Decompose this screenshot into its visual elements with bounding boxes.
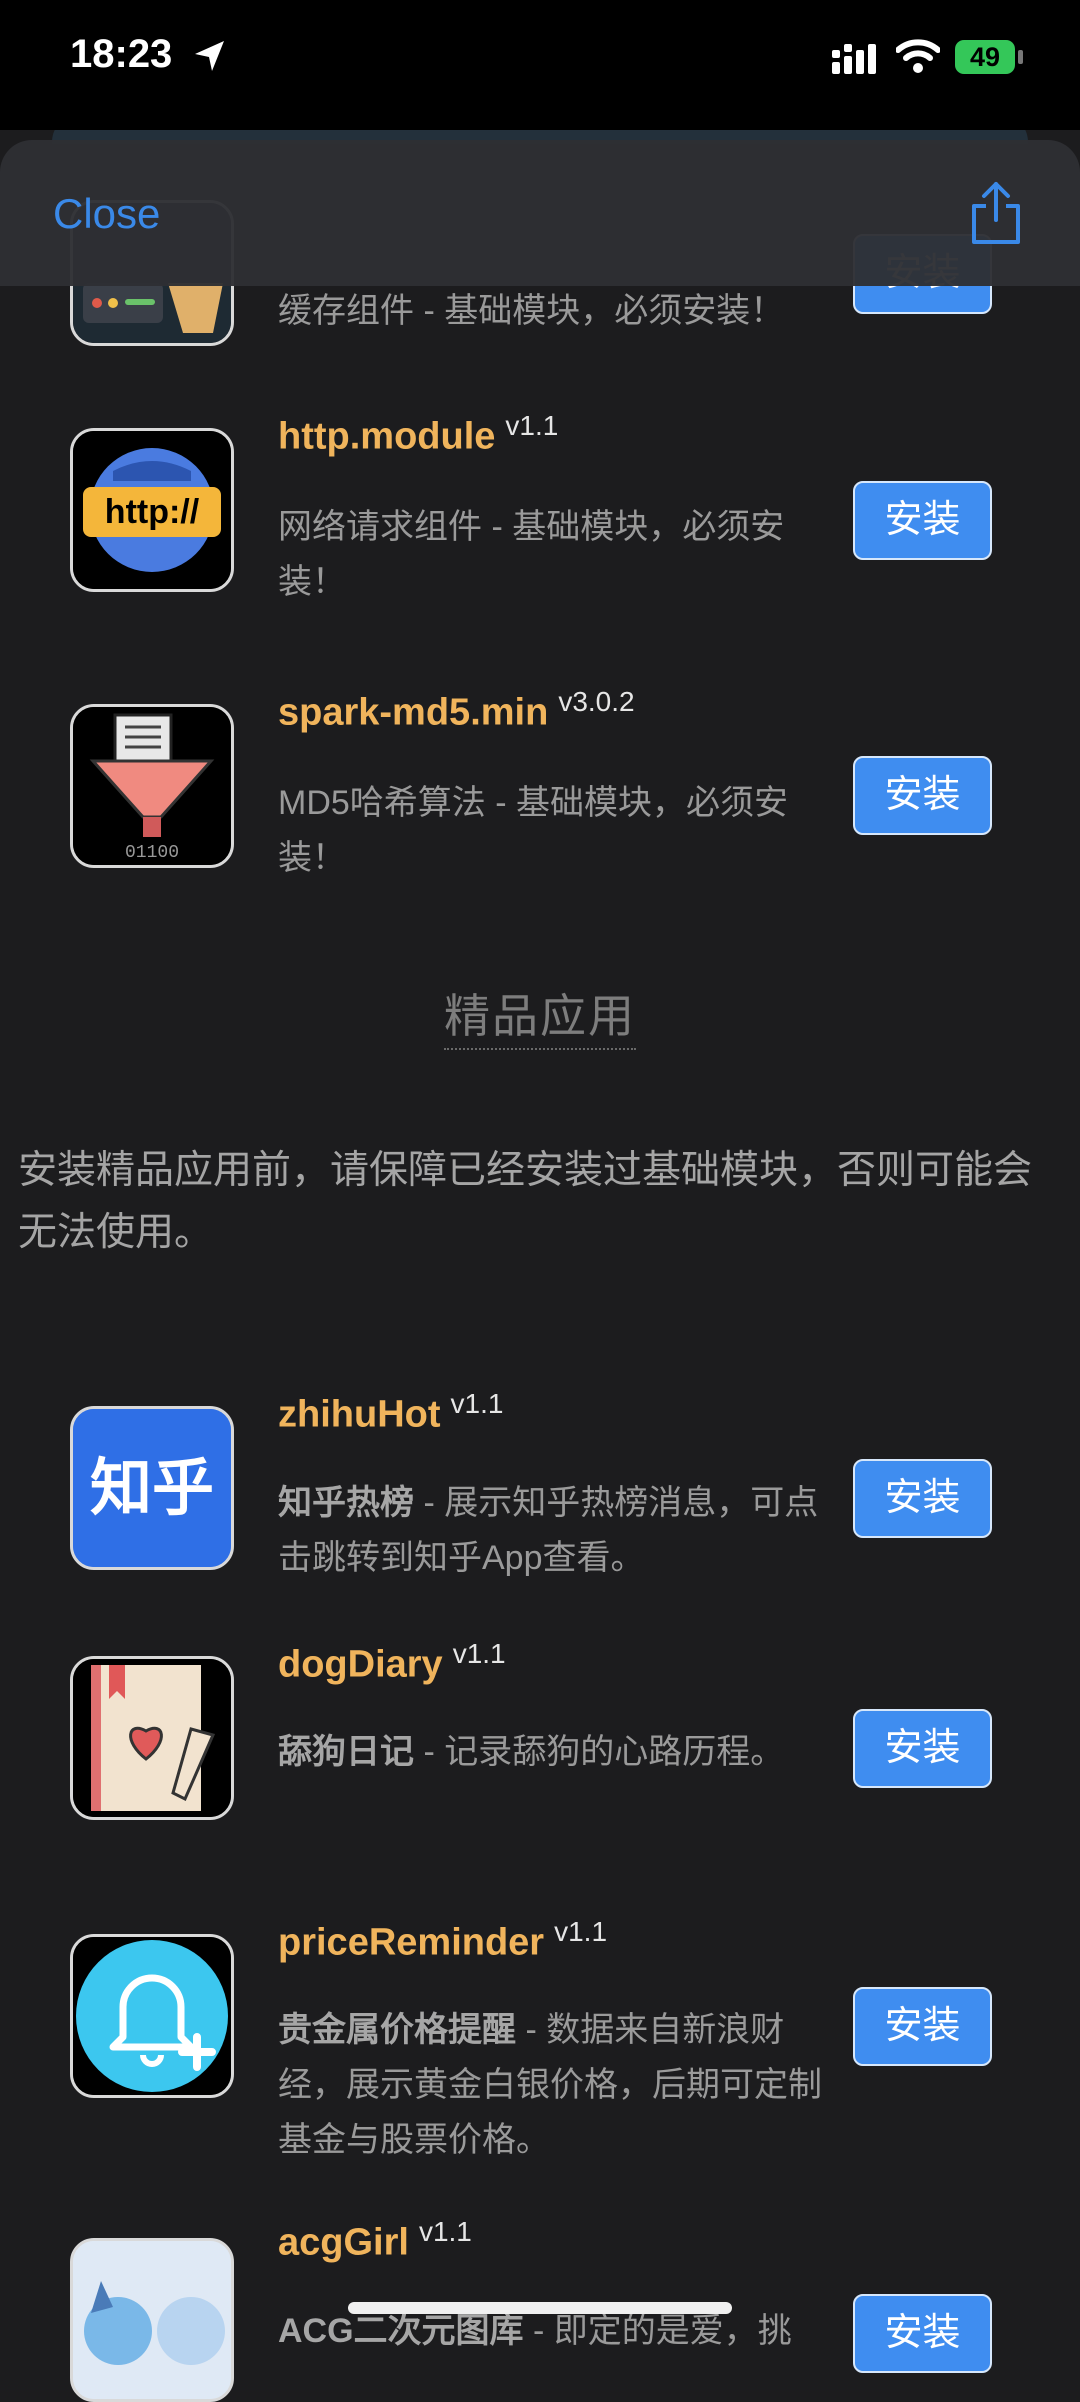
- app-name-text: acgGirl: [278, 2221, 409, 2264]
- wifi-icon: [895, 38, 941, 79]
- dog-diary-icon: [70, 1656, 234, 1820]
- zhihu-icon-label: 知乎: [90, 1451, 214, 1524]
- app-description-text: - 即定的是爱，挑: [523, 2312, 792, 2350]
- install-button[interactable]: 安装: [853, 1987, 992, 2066]
- section-notice: 安装精品应用前，请保障已经安装过基础模块，否则可能会无法使用。: [18, 1149, 1033, 1254]
- home-indicator[interactable]: [348, 2302, 732, 2314]
- module-list: 缓存组件 - 基础模块，必须安装！ 安装 http:// http.module…: [0, 0, 1080, 2402]
- battery-indicator: 49: [955, 40, 1015, 74]
- spark-md5-icon: 01100: [70, 704, 234, 868]
- app-version: v1.1: [418, 2216, 472, 2247]
- app-description-title: 舔狗日记: [278, 1733, 414, 1771]
- install-button[interactable]: 安装: [853, 756, 992, 835]
- acg-girl-icon: [70, 2238, 234, 2402]
- app-description-title: ACG二次元图库: [278, 2312, 524, 2350]
- section-title-text: 精品应用: [444, 990, 636, 1050]
- http-module-icon: http://: [70, 428, 234, 592]
- app-description-title: 贵金属价格提醒: [278, 2011, 516, 2049]
- zhihu-icon: 知乎: [70, 1406, 234, 1570]
- module-name: spark-md5.min v3.0.2: [278, 686, 635, 735]
- section-title: 精品应用: [0, 980, 1080, 1050]
- app-name: dogDiary v1.1: [278, 1638, 506, 1687]
- status-time: 18:23: [70, 32, 173, 76]
- app-version: v1.1: [554, 1916, 608, 1947]
- http-icon-label: http://: [105, 493, 200, 531]
- status-bar: 18:23 49: [0, 0, 1080, 130]
- install-button[interactable]: 安装: [853, 481, 992, 560]
- app-version: v1.1: [450, 1388, 504, 1419]
- install-button[interactable]: 安装: [853, 2294, 992, 2373]
- app-name-text: dogDiary: [278, 1643, 443, 1686]
- app-name: priceReminder v1.1: [278, 1916, 607, 1965]
- module-description: MD5哈希算法 - 基础模块，必须安装！: [278, 784, 788, 877]
- app-name: acgGirl v1.1: [278, 2216, 472, 2265]
- app-version: v1.1: [452, 1638, 506, 1669]
- module-name-text: spark-md5.min: [278, 691, 549, 734]
- app-description: 舔狗日记 - 记录舔狗的心路历程。: [278, 1725, 838, 1780]
- app-name-text: zhihuHot: [278, 1393, 441, 1436]
- app-description: 知乎热榜 - 展示知乎热榜消息，可点击跳转到知乎App查看。: [278, 1476, 838, 1586]
- location-arrow-icon: [192, 38, 228, 79]
- app-description: 贵金属价格提醒 - 数据来自新浪财经，展示黄金白银价格，后期可定制基金与股票价格…: [278, 2003, 838, 2168]
- module-description: 缓存组件 - 基础模块，必须安装！: [278, 292, 785, 330]
- close-button[interactable]: Close: [53, 190, 160, 238]
- sheet-navbar: Close: [0, 140, 1080, 286]
- module-name: http.module v1.1: [278, 410, 558, 459]
- app-name: zhihuHot v1.1: [278, 1388, 503, 1437]
- app-description-text: - 记录舔狗的心路历程。: [414, 1733, 785, 1771]
- module-name-text: http.module: [278, 415, 496, 458]
- md5-icon-label: 01100: [125, 843, 179, 863]
- cellular-signal-icon: [832, 44, 878, 79]
- module-version: v3.0.2: [558, 686, 635, 717]
- battery-cap: [1018, 50, 1023, 64]
- app-description-title: 知乎热榜: [278, 1484, 414, 1522]
- module-version: v1.1: [505, 410, 559, 441]
- bell-plus-icon: [70, 1934, 234, 2098]
- install-button[interactable]: 安装: [853, 1459, 992, 1538]
- install-button[interactable]: 安装: [853, 1709, 992, 1788]
- module-description: 网络请求组件 - 基础模块，必须安装！: [278, 508, 785, 601]
- share-icon[interactable]: [966, 180, 1026, 251]
- app-name-text: priceReminder: [278, 1921, 545, 1964]
